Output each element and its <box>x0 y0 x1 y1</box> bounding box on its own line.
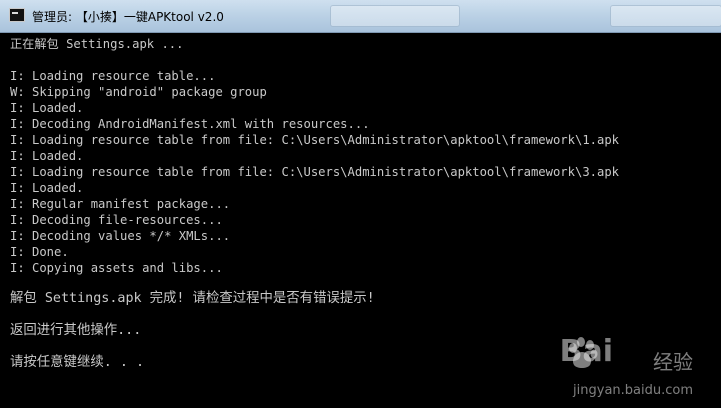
background-window-tab-2 <box>610 5 721 27</box>
watermark-url: jingyan.baidu.com <box>573 383 693 398</box>
console-line: I: Decoding values */* XMLs... <box>10 229 231 243</box>
console-app-icon <box>9 8 25 22</box>
console-line: I: Copying assets and libs... <box>10 261 223 275</box>
baidu-jingyan-watermark: Bai 经验 jingyan.baidu.com <box>523 330 693 400</box>
console-line: I: Done. <box>10 245 69 259</box>
console-line: 请按任意键继续. . . <box>10 355 145 370</box>
console-line: I: Decoding file-resources... <box>10 213 223 227</box>
paw-icon <box>569 337 598 368</box>
console-line: I: Regular manifest package... <box>10 197 231 211</box>
console-line: 正在解包 Settings.apk ... <box>10 37 184 51</box>
window-title: 管理员: 【小揍】一键APKtool v2.0 <box>32 10 224 24</box>
console-line: 返回进行其他操作... <box>10 323 142 338</box>
console-line: I: Loading resource table from file: C:\… <box>10 133 620 147</box>
console-line: W: Skipping "android" package group <box>10 85 267 99</box>
console-line: I: Loaded. <box>10 149 84 163</box>
console-line: 解包 Settings.apk 完成! 请检查过程中是否有错误提示! <box>10 291 375 306</box>
background-window-tab-1 <box>330 5 460 27</box>
console-line: I: Loading resource table from file: C:\… <box>10 165 620 179</box>
watermark-jingyan-text: 经验 <box>653 350 693 374</box>
console-line: I: Decoding AndroidManifest.xml with res… <box>10 117 370 131</box>
console-line: I: Loading resource table... <box>10 69 216 83</box>
console-line: I: Loaded. <box>10 101 84 115</box>
console-line: I: Loaded. <box>10 181 84 195</box>
console-window: 管理员: 【小揍】一键APKtool v2.0 正在解包 Settings.ap… <box>0 0 721 408</box>
title-bar[interactable]: 管理员: 【小揍】一键APKtool v2.0 <box>0 0 721 33</box>
